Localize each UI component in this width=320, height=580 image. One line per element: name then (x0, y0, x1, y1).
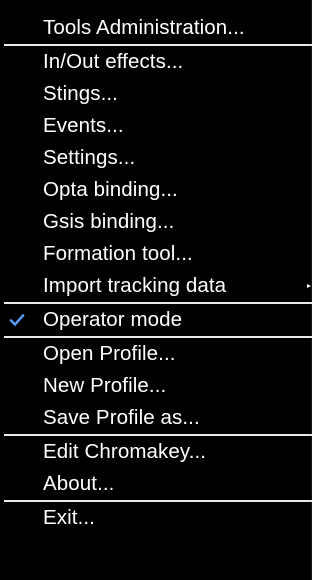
menu-item-open-profile[interactable]: Open Profile... (0, 338, 312, 370)
menu-item-in-out-effects[interactable]: In/Out effects... (0, 46, 312, 78)
menu-item-label: Opta binding... (43, 178, 178, 201)
menu-item-label: Open Profile... (43, 342, 176, 365)
menu-item-label: Import tracking data (43, 274, 227, 297)
menu-item-stings[interactable]: Stings... (0, 78, 312, 110)
menu-item-label: Exit... (43, 506, 95, 529)
menu-item-about[interactable]: About... (0, 468, 312, 500)
menu-item-label: Gsis binding... (43, 210, 175, 233)
menu-item-import-tracking-data[interactable]: Import tracking data (0, 270, 312, 302)
menu-item-save-profile-as[interactable]: Save Profile as... (0, 402, 312, 434)
menu-item-label: Save Profile as... (43, 406, 200, 429)
menu-item-edit-chromakey[interactable]: Edit Chromakey... (0, 436, 312, 468)
chevron-right-icon (307, 284, 311, 288)
menu-item-tools-administration[interactable]: Tools Administration... (0, 12, 312, 44)
menu-item-label: About... (43, 472, 115, 495)
checkmark-icon (9, 313, 25, 327)
menu-item-new-profile[interactable]: New Profile... (0, 370, 312, 402)
menu-item-gsis-binding[interactable]: Gsis binding... (0, 206, 312, 238)
menu-item-label: Events... (43, 114, 124, 137)
menu-item-label: New Profile... (43, 374, 167, 397)
menu-item-label: Operator mode (43, 308, 183, 331)
menu-item-formation-tool[interactable]: Formation tool... (0, 238, 312, 270)
menu-item-settings[interactable]: Settings... (0, 142, 312, 174)
context-menu: Tools Administration... In/Out effects..… (0, 0, 312, 580)
menu-item-label: In/Out effects... (43, 50, 184, 73)
menu-item-events[interactable]: Events... (0, 110, 312, 142)
menu-item-label: Stings... (43, 82, 118, 105)
menu-item-label: Edit Chromakey... (43, 440, 207, 463)
menu-item-operator-mode[interactable]: Operator mode (0, 304, 312, 336)
menu-items: Tools Administration... In/Out effects..… (0, 12, 312, 534)
menu-item-label: Formation tool... (43, 242, 193, 265)
menu-item-label: Tools Administration... (43, 16, 245, 39)
menu-item-label: Settings... (43, 146, 136, 169)
menu-item-opta-binding[interactable]: Opta binding... (0, 174, 312, 206)
menu-item-exit[interactable]: Exit... (0, 502, 312, 534)
